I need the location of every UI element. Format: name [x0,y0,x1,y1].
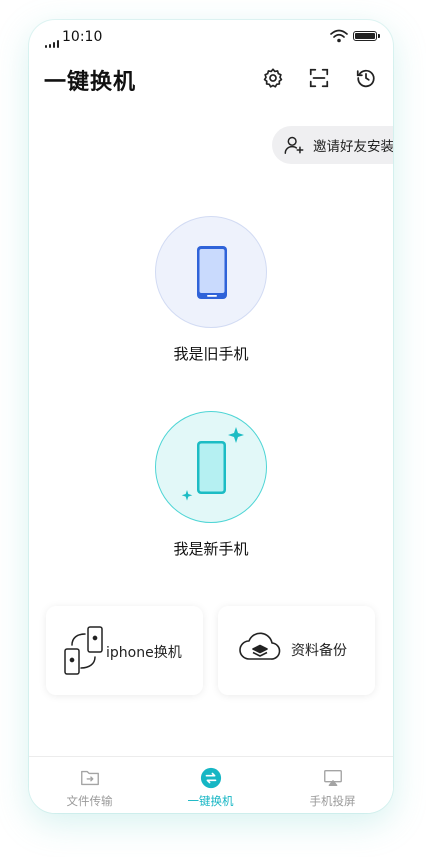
phone-icon [197,246,227,299]
page-title: 一键换机 [44,70,137,95]
gear-icon [263,68,283,88]
settings-button[interactable] [260,65,286,91]
sparkle-phone-icon [181,427,244,501]
data-backup-label: 资料备份 [291,643,347,659]
battery-icon [353,31,380,41]
screen-cast-icon [323,769,342,787]
folder-transfer-icon [80,770,99,786]
new-phone-label: 我是新手机 [173,540,249,558]
cloud-backup-icon [239,632,281,660]
iphone-transfer-label: iphone换机 [106,645,182,661]
scan-icon [309,68,329,88]
tab-file-transfer[interactable]: 文件传输 [29,757,150,813]
bottom-tab-bar: 文件传输 一键换机 手机投屏 [29,756,393,813]
tab-file-transfer-label: 文件传输 [66,794,113,808]
invite-label: 邀请好友安装 [313,139,393,155]
wifi-icon [330,29,348,43]
scan-button[interactable] [306,65,332,91]
new-phone-button[interactable] [155,411,267,523]
phone-frame: 10:10 一键换机 邀请好友安装 我是旧手机 我是新手机 iphone换机 资… [29,20,393,813]
old-phone-label: 我是旧手机 [173,345,249,363]
data-backup-card[interactable]: 资料备份 [218,606,375,695]
add-user-icon [284,136,304,154]
history-icon [356,69,375,88]
signal-icon [45,40,61,48]
swap-icon [200,767,221,789]
tab-screen-cast[interactable]: 手机投屏 [272,757,393,813]
invite-friends-button[interactable]: 邀请好友安装 [272,126,393,164]
tab-screen-cast-label: 手机投屏 [309,794,356,808]
history-button[interactable] [353,65,379,91]
iphone-transfer-card[interactable]: iphone换机 [46,606,203,695]
tab-one-click-switch[interactable]: 一键换机 [150,757,271,813]
status-time: 10:10 [62,29,103,45]
tab-one-click-switch-label: 一键换机 [187,794,234,808]
old-phone-button[interactable] [155,216,267,328]
phone-transfer-icon [64,626,103,675]
status-bar: 10:10 [29,20,393,54]
